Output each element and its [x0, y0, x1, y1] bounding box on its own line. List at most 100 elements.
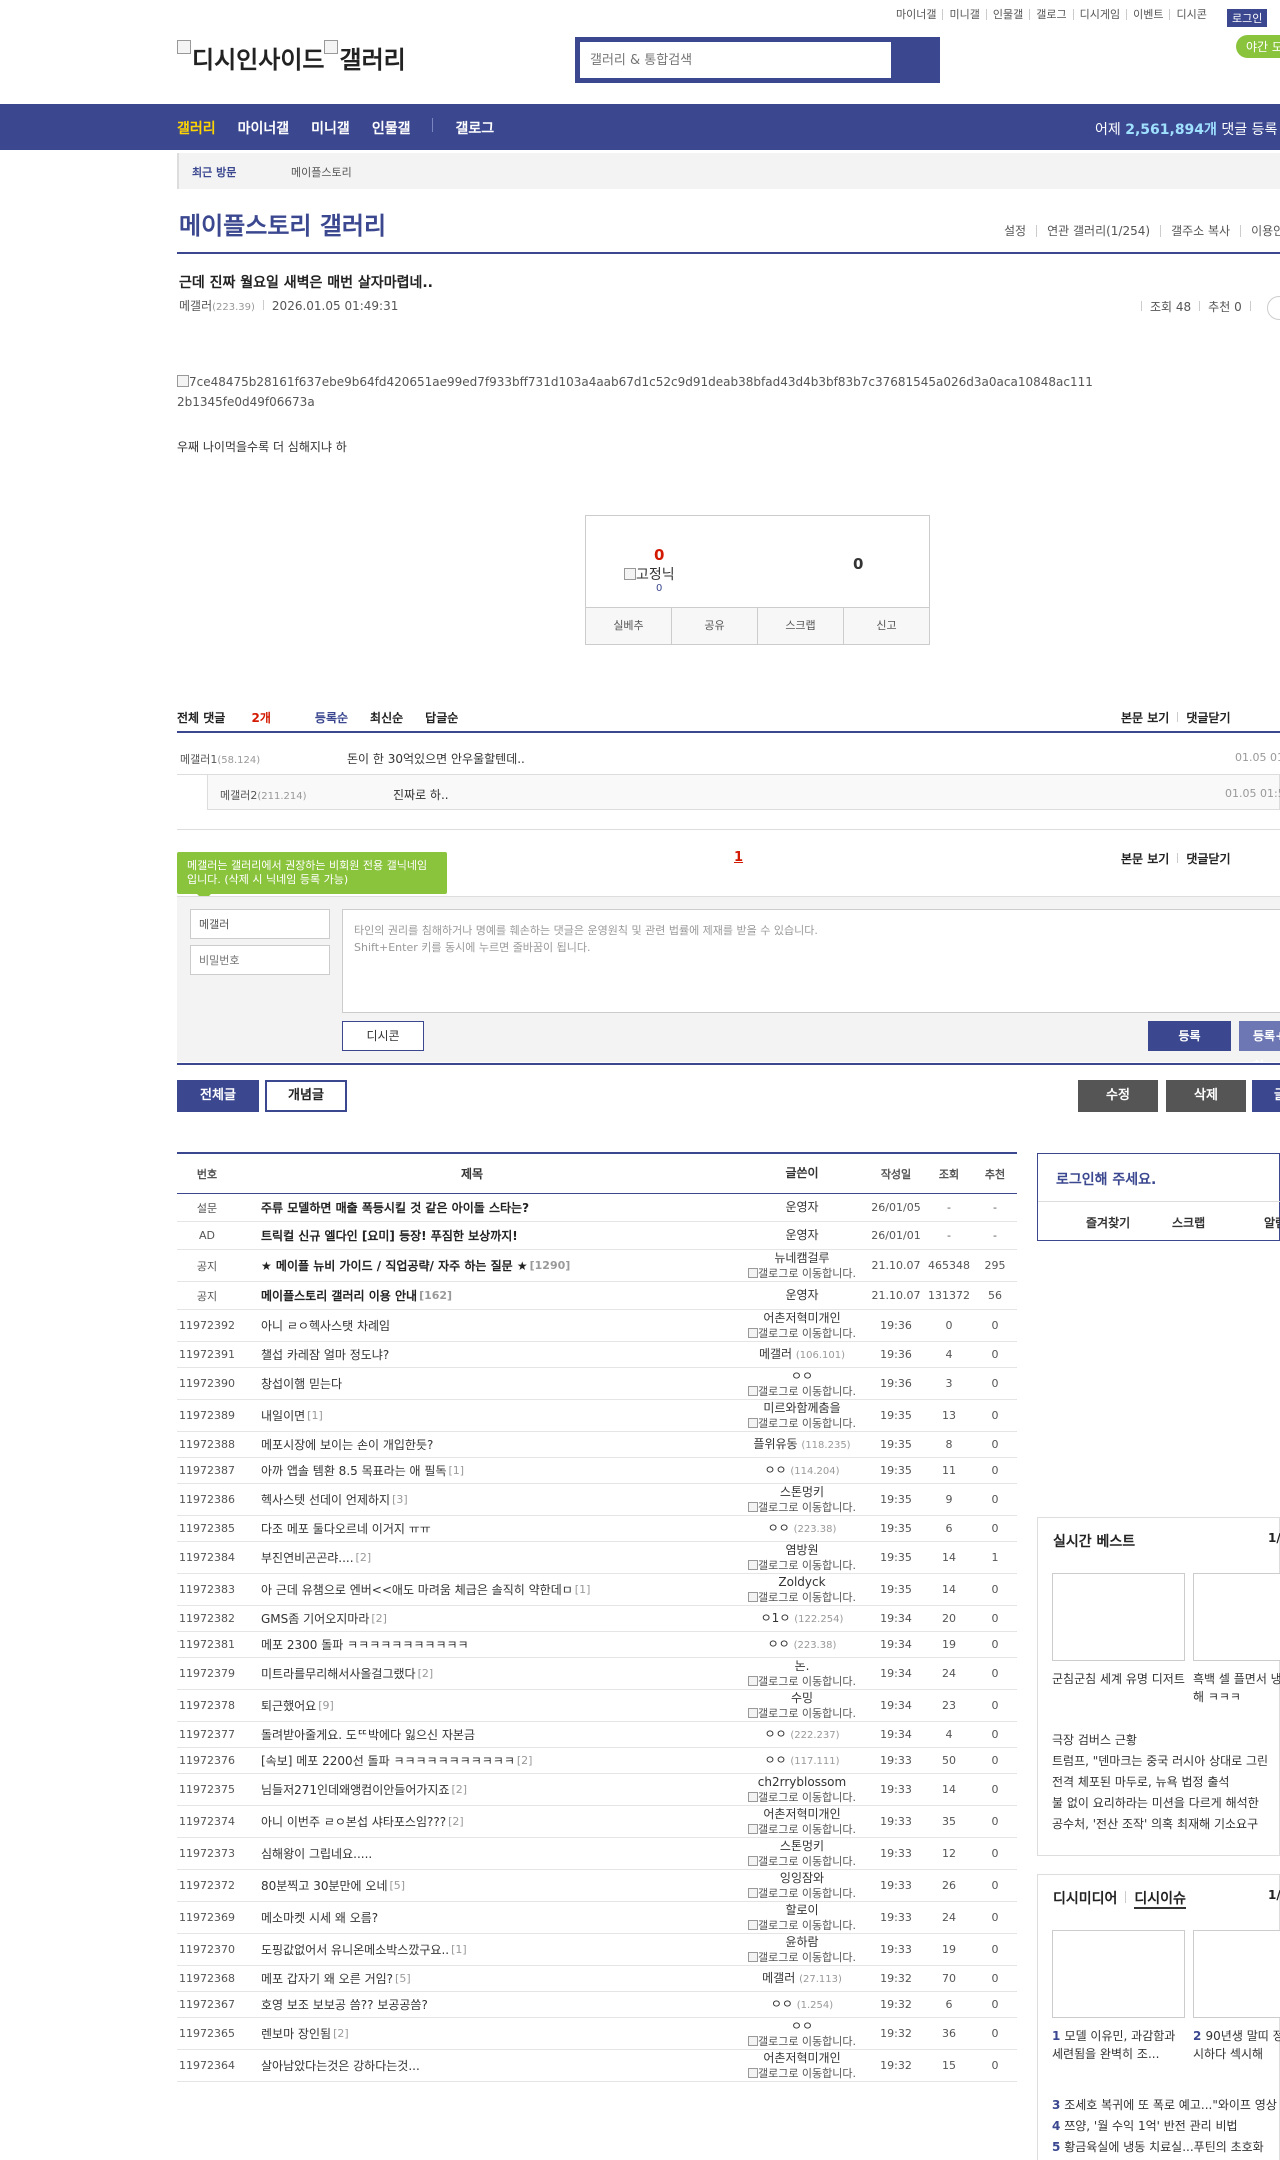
row-title[interactable]: 부진연비곤곤랴.... [2] — [261, 1542, 741, 1573]
gallog-link[interactable]: 갤로그로 이동합니다. — [747, 1384, 856, 1399]
gallog-link[interactable]: 갤로그로 이동합니다. — [747, 1266, 856, 1281]
login-button[interactable]: 로그인 — [1227, 9, 1268, 27]
table-row[interactable]: 11972383 아 근데 유챔으로 엔버<<애도 마려움 체급은 솔직히 약한데… — [177, 1574, 1017, 1606]
table-row[interactable]: 11972377 돌려받아줄게요. 도ᄄ박에다 잃으신 자본금 ㅇㅇ (222.23… — [177, 1722, 1017, 1748]
table-row[interactable]: 11972385 다조 메포 둘다오르네 이거지 ㅠㅠ ㅇㅇ (223.38) 19:… — [177, 1516, 1017, 1542]
nav-item-minor[interactable]: 마이너갤 — [238, 118, 290, 138]
tab-dc-media[interactable]: 디시미디어 — [1053, 1891, 1117, 1907]
favorites-link[interactable]: 즐겨찾기 — [1086, 1214, 1130, 1231]
row-title[interactable]: 주류 모델하면 매출 폭등시킬 것 같은 아이돌 스타는? — [261, 1194, 741, 1221]
register-recommend-button[interactable]: 등록+추천 — [1239, 1021, 1280, 1073]
table-row[interactable]: 11972370 도핑값없어서 유니온메소박스깠구요.. [1] 윤하람 갤로그로 이동… — [177, 1934, 1017, 1966]
table-row[interactable]: 11972364 살아남았다는것은 강하다는것... 어촌저혁미개인 갤로그로 이동합… — [177, 2050, 1017, 2082]
best-caption-1[interactable]: 군침군침 세계 유명 디저트 — [1052, 1670, 1187, 1688]
table-row[interactable]: 공지 메이플스토리 갤러리 이용 안내 [162] 운영자 21.10.07 131372… — [177, 1282, 1017, 1310]
sort-latest[interactable]: 최신순 — [370, 709, 403, 726]
top-link[interactable]: 디시게임 — [1072, 9, 1126, 20]
best-thumb-1[interactable] — [1052, 1573, 1185, 1661]
row-title[interactable]: 돌려받아줄게요. 도ᄄ박에다 잃으신 자본금 — [261, 1722, 741, 1747]
gallery-option-copy-url[interactable]: 갤주소 복사 — [1160, 225, 1240, 237]
gallog-link[interactable]: 갤로그로 이동합니다. — [747, 1918, 856, 1933]
row-title[interactable]: 트릭컬 신규 엘다인 [요미] 등장! 푸짐한 보상까지! — [261, 1222, 741, 1249]
row-title[interactable]: 헥사스텟 선데이 언제하지 [3] — [261, 1484, 741, 1515]
gallery-option-related[interactable]: 연관 갤러리(1/254) — [1036, 225, 1160, 237]
best-news-item[interactable]: 극장 검버스 근황 — [1052, 1730, 1268, 1751]
table-row[interactable]: 11972368 메포 갑자기 왜 오른 거임? [5] 메갤러 (27.113) 19… — [177, 1966, 1017, 1992]
top-link[interactable]: 인물갤 — [985, 9, 1029, 20]
row-reply-count[interactable]: [2] — [517, 1754, 533, 1767]
search-input[interactable] — [578, 40, 891, 80]
row-title[interactable]: 살아남았다는것은 강하다는것... — [261, 2050, 741, 2081]
row-reply-count[interactable]: [2] — [448, 1815, 464, 1828]
table-row[interactable]: 11972373 심해왕이 그립네요..... 스톤멍키 갤로그로 이동합니다. 19:… — [177, 1838, 1017, 1870]
table-row[interactable]: 11972384 부진연비곤곤랴.... [2] 염방원 갤로그로 이동합니다. 19:3… — [177, 1542, 1017, 1574]
row-title[interactable]: [속보] 메포 2200선 돌파 ㅋㅋㅋㅋㅋㅋㅋㅋㅋㅋㅋ [2] — [261, 1748, 741, 1773]
row-reply-count[interactable]: [2] — [333, 2027, 349, 2040]
top-link[interactable]: 마이너갤 — [890, 9, 942, 20]
media-thumb-2[interactable] — [1193, 1930, 1280, 2018]
table-row[interactable]: 11972372 80분찍고 30분만에 오네 [5] 잉잉잠와 갤로그로 이동합니다.… — [177, 1870, 1017, 1902]
gallog-link[interactable]: 갤로그로 이동합니다. — [747, 1590, 856, 1605]
row-title[interactable]: 메소마켓 시세 왜 오름? — [261, 1902, 741, 1933]
gallog-link[interactable]: 갤로그로 이동합니다. — [747, 1854, 856, 1869]
search-button[interactable] — [891, 40, 937, 80]
row-reply-count[interactable]: [3] — [392, 1493, 408, 1506]
row-title[interactable]: 창섭이햄 믿는다 — [261, 1368, 741, 1399]
media-caption-2[interactable]: 2 90년생 말띠 정 시하다 섹시해 — [1193, 2027, 1280, 2063]
gallog-link[interactable]: 갤로그로 이동합니다. — [747, 2066, 856, 2081]
row-title[interactable]: 아까 앱솔 템환 8.5 목표라는 애 필독 [1] — [261, 1458, 741, 1483]
row-title[interactable]: 메포시장에 보이는 손이 개입한듯? — [261, 1432, 741, 1457]
password-input[interactable] — [190, 945, 330, 975]
comment-nick[interactable]: 메갤러1(58.124) — [180, 751, 260, 767]
row-title[interactable]: 미트라를무리해서사올걸그랬다 [2] — [261, 1658, 741, 1689]
close-comments-link[interactable]: 댓글닫기 — [1186, 852, 1230, 866]
nick-input[interactable] — [190, 909, 330, 939]
row-title[interactable]: 아니 이번주 ㄹㅇ본섭 샤타포스임??? [2] — [261, 1806, 741, 1837]
nav-item-person[interactable]: 인물갤 — [372, 118, 411, 138]
scrap-button[interactable]: 스크랩 — [757, 607, 843, 645]
gallery-title[interactable]: 메이플스토리 갤러리 — [179, 206, 386, 241]
row-reply-count[interactable]: [5] — [395, 1972, 411, 1985]
best-news-item[interactable]: 불 없이 요리하라는 미션을 다르게 해석한 — [1052, 1793, 1268, 1814]
top-link[interactable]: 이벤트 — [1126, 9, 1169, 20]
row-title[interactable]: 메이플스토리 갤러리 이용 안내 [162] — [261, 1282, 741, 1309]
table-row[interactable]: 11972367 호영 보조 보보공 씀?? 보공공씀? ㅇㅇ (1.254) 19:… — [177, 1992, 1017, 2018]
login-prompt[interactable]: 로그인해 주세요. — [1056, 1169, 1156, 1189]
table-row[interactable]: 11972376 [속보] 메포 2200선 돌파 ㅋㅋㅋㅋㅋㅋㅋㅋㅋㅋㅋ [2] ㅇ… — [177, 1748, 1017, 1774]
site-logo[interactable]: 디시인사이드 갤러리 — [177, 40, 406, 75]
nav-item-gallog[interactable]: 갤로그 — [455, 118, 494, 138]
register-button[interactable]: 등록 — [1148, 1021, 1231, 1051]
gallog-link[interactable]: 갤로그로 이동합니다. — [747, 2034, 856, 2049]
table-row[interactable]: AD 트릭컬 신규 엘다인 [요미] 등장! 푸짐한 보상까지! 운영자 26/01/… — [177, 1222, 1017, 1250]
table-row[interactable]: 설문 주류 모델하면 매출 폭등시킬 것 같은 아이돌 스타는? 운영자 26/01/… — [177, 1194, 1017, 1222]
row-reply-count[interactable]: [2] — [418, 1667, 434, 1680]
gallog-link[interactable]: 갤로그로 이동합니다. — [747, 1500, 856, 1515]
row-title[interactable]: 퇴근했어요 [9] — [261, 1690, 741, 1721]
table-row[interactable]: 11972365 렌보마 장인됨 [2] ㅇㅇ 갤로그로 이동합니다. 19:32 36 0 — [177, 2018, 1017, 2050]
post-writer[interactable]: 메갤러 — [179, 299, 212, 313]
row-reply-count[interactable]: [2] — [452, 1783, 468, 1796]
row-reply-count[interactable]: [162] — [419, 1289, 452, 1302]
gallog-link[interactable]: 갤로그로 이동합니다. — [747, 1886, 856, 1901]
top-link[interactable]: 갤로그 — [1029, 9, 1072, 20]
row-reply-count[interactable]: [2] — [356, 1551, 372, 1564]
tab-dc-issue[interactable]: 디시이슈 — [1134, 1891, 1186, 1909]
view-body-link[interactable]: 본문 보기 — [1121, 711, 1169, 725]
recent-item[interactable]: 메이플스토리 — [291, 164, 352, 180]
concept-posts-button[interactable]: 개념글 — [265, 1080, 347, 1112]
best-thumb-2[interactable] — [1193, 1573, 1280, 1661]
nav-item-mini[interactable]: 미니갤 — [311, 118, 350, 138]
row-reply-count[interactable]: [1] — [451, 1943, 467, 1956]
table-row[interactable]: 11972391 챌섭 카레잠 얼마 정도냐? 메갤러 (106.101) 19:36… — [177, 1342, 1017, 1368]
row-reply-count[interactable]: [1] — [449, 1464, 465, 1477]
row-reply-count[interactable]: [2] — [371, 1612, 387, 1625]
edit-button[interactable]: 수정 — [1078, 1080, 1158, 1112]
best-recommend-button[interactable]: 실베추 — [585, 607, 671, 645]
scrap-link[interactable]: 스크랩 — [1172, 1214, 1205, 1231]
row-reply-count[interactable]: [1] — [575, 1583, 591, 1596]
table-row[interactable]: 11972378 퇴근했어요 [9] 수밍 갤로그로 이동합니다. 19:34 23 0 — [177, 1690, 1017, 1722]
row-title[interactable]: 님들저271인데왜앵컴이안들어가지죠 [2] — [261, 1774, 741, 1805]
sort-replies[interactable]: 답글순 — [425, 709, 458, 726]
row-title[interactable]: 80분찍고 30분만에 오네 [5] — [261, 1870, 741, 1901]
best-news-item[interactable]: 전격 체포된 마두로, 뉴욕 법정 출석 — [1052, 1772, 1268, 1793]
